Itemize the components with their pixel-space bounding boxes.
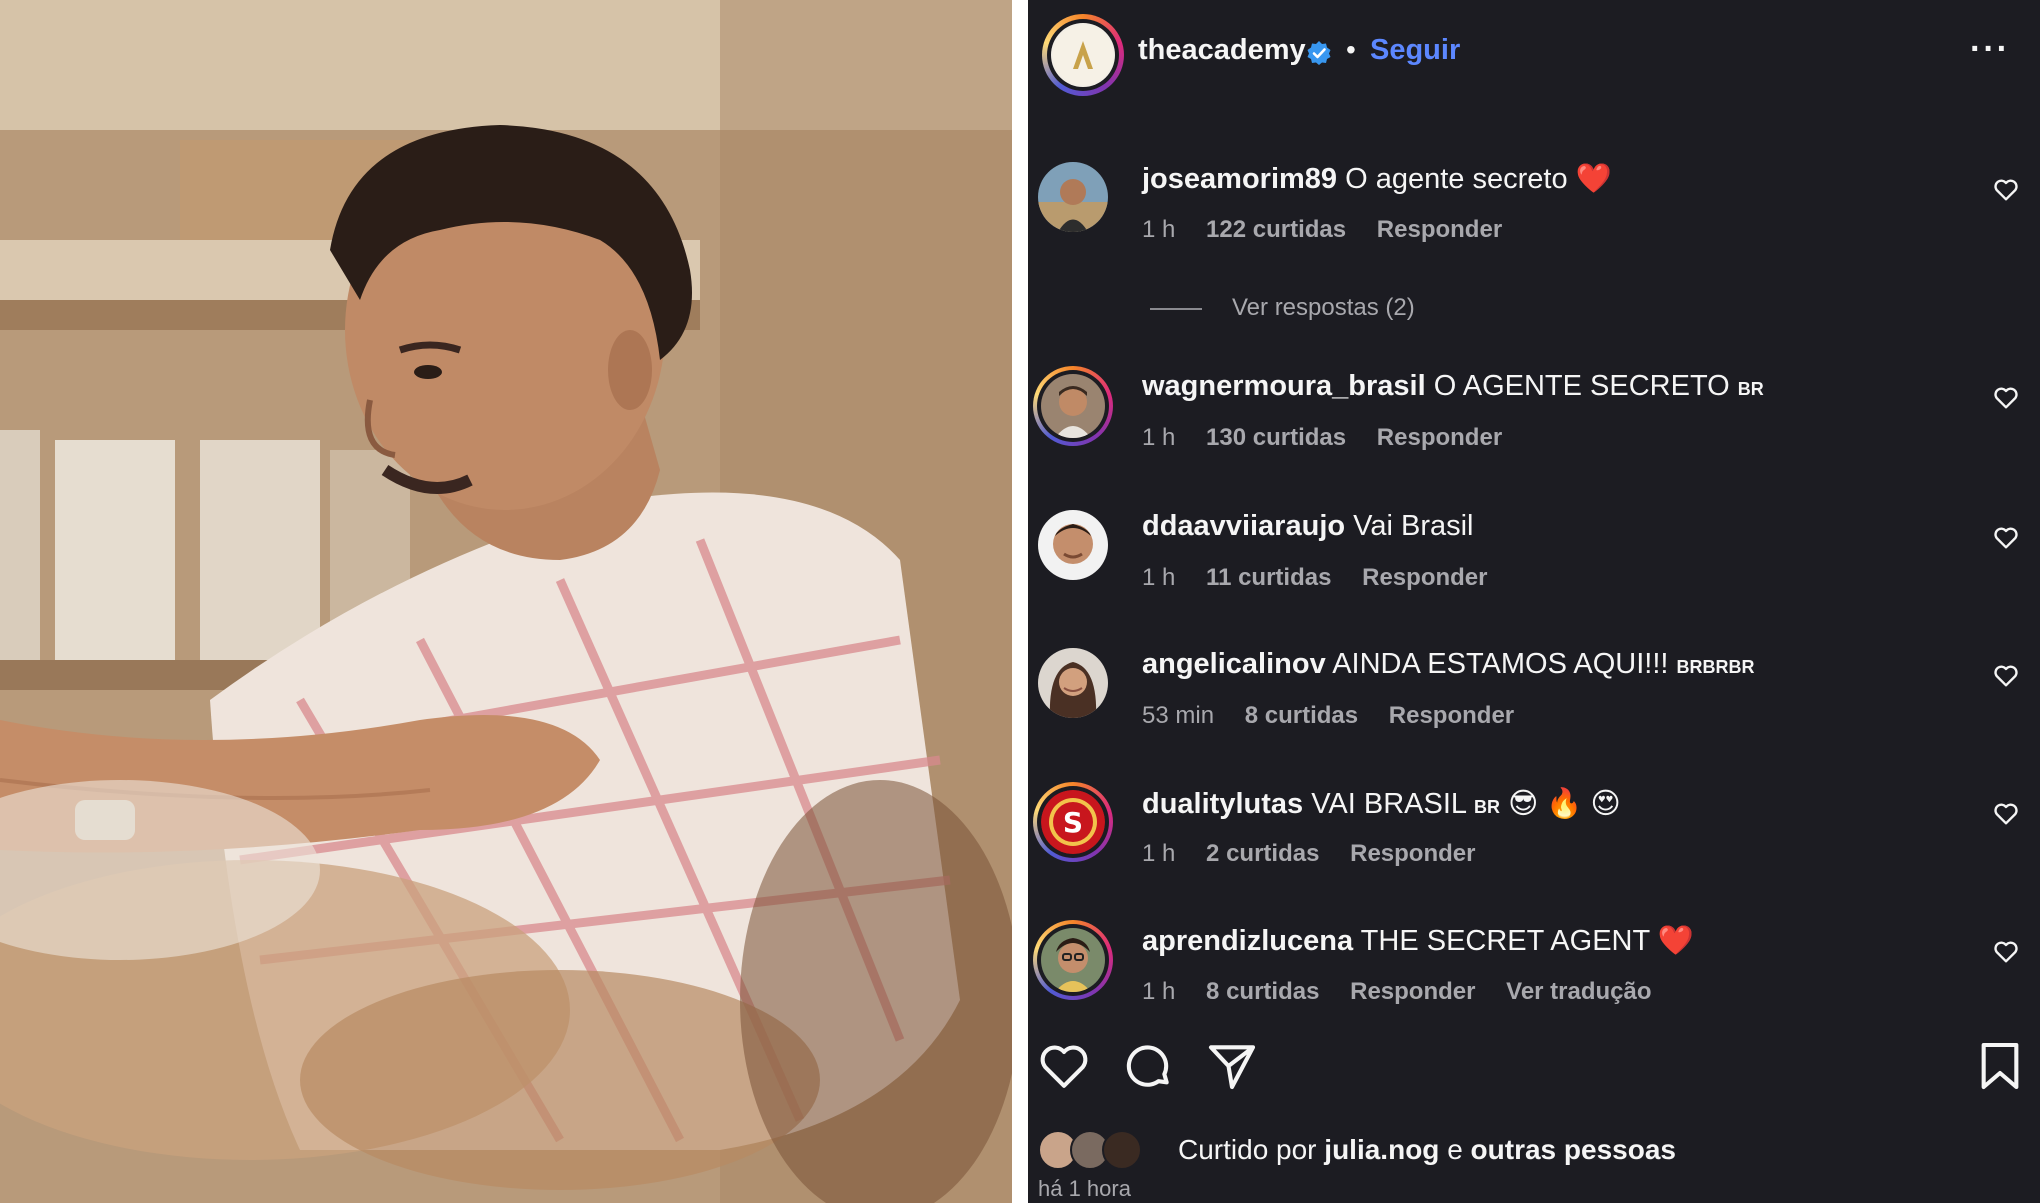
- comment-heart-icon[interactable]: [1992, 176, 2020, 204]
- comment-time: 1 h: [1142, 424, 1176, 451]
- liker-avatar: [1102, 1130, 1142, 1170]
- more-options-icon[interactable]: ···: [1970, 30, 2010, 69]
- post-photo: [0, 0, 1012, 1203]
- comment-body: THE SECRET AGENT: [1360, 925, 1650, 957]
- comment-text: wagnermoura_brasil O AGENTE SECRETO BR: [1142, 370, 1764, 403]
- profile-avatar[interactable]: [1042, 14, 1124, 96]
- comment-likes[interactable]: 8 curtidas: [1245, 702, 1358, 729]
- comment-username[interactable]: ddaavviiaraujo: [1142, 510, 1345, 542]
- comment-time: 1 h: [1142, 840, 1176, 867]
- commenter-avatar[interactable]: [1038, 162, 1108, 232]
- reply-button[interactable]: Responder: [1362, 564, 1487, 591]
- replies-line: [1150, 307, 1202, 310]
- share-icon[interactable]: [1204, 1038, 1260, 1094]
- comment-time: 53 min: [1142, 702, 1215, 729]
- commenter-avatar[interactable]: [1038, 648, 1108, 718]
- commenter-avatar[interactable]: S: [1033, 782, 1113, 862]
- view-replies-button[interactable]: Ver respostas (2): [1150, 294, 1415, 322]
- comment-body: VAI BRASIL: [1311, 788, 1466, 820]
- comment-body: O AGENTE SECRETO: [1433, 370, 1730, 402]
- comment-emoji: 😎 🔥 😍: [1508, 788, 1621, 820]
- header-separator: •: [1346, 34, 1356, 65]
- comment-time: 1 h: [1142, 564, 1176, 591]
- comment-icon[interactable]: [1120, 1038, 1176, 1094]
- comment-text: aprendizlucena THE SECRET AGENT ❤️: [1142, 924, 1694, 958]
- reply-button[interactable]: Responder: [1377, 216, 1502, 243]
- commenter-avatar[interactable]: [1033, 366, 1113, 446]
- comment-meta: 1 h 8 curtidas Responder Ver tradução: [1142, 978, 1676, 1006]
- comment-emoji: ❤️: [1657, 925, 1694, 957]
- liked-by-prefix: Curtido por: [1178, 1134, 1317, 1165]
- comments-panel: theacademy • Seguir ··· joseamorim89 O a…: [1028, 0, 2040, 1203]
- comment-heart-icon[interactable]: [1992, 938, 2020, 966]
- liked-by-text: Curtido por julia.nog e outras pessoas: [1178, 1134, 1676, 1166]
- comment-likes[interactable]: 130 curtidas: [1206, 424, 1346, 451]
- comment-flag: BR: [1474, 797, 1501, 817]
- post-username[interactable]: theacademy: [1138, 34, 1306, 67]
- comment-meta: 1 h 122 curtidas Responder: [1142, 216, 1526, 244]
- reply-button[interactable]: Responder: [1350, 978, 1475, 1005]
- comment-heart-icon[interactable]: [1992, 524, 2020, 552]
- comment-heart-icon[interactable]: [1992, 384, 2020, 412]
- comment-flag: BRBRBR: [1676, 657, 1755, 677]
- post-timestamp: há 1 hora: [1038, 1176, 1131, 1201]
- liked-by-connector: e: [1447, 1134, 1463, 1165]
- heart-icon[interactable]: [1036, 1038, 1092, 1094]
- comment-likes[interactable]: 2 curtidas: [1206, 840, 1319, 867]
- comment-body: Vai Brasil: [1353, 510, 1474, 542]
- comment-meta: 1 h 2 curtidas Responder: [1142, 840, 1499, 868]
- follow-button[interactable]: Seguir: [1370, 34, 1460, 67]
- comment-username[interactable]: aprendizlucena: [1142, 925, 1353, 957]
- comment-text: ddaavviiaraujo Vai Brasil: [1142, 510, 1474, 543]
- reply-button[interactable]: Responder: [1377, 424, 1502, 451]
- see-translation-button[interactable]: Ver tradução: [1506, 978, 1651, 1005]
- comment-likes[interactable]: 8 curtidas: [1206, 978, 1319, 1005]
- comment-text: dualitylutas VAI BRASIL BR 😎 🔥 😍: [1142, 786, 1621, 821]
- comment-body: O agente secreto: [1345, 163, 1568, 195]
- comment-heart-icon[interactable]: [1992, 662, 2020, 690]
- verified-badge-icon: [1307, 41, 1331, 65]
- comment-likes[interactable]: 122 curtidas: [1206, 216, 1346, 243]
- commenter-avatar[interactable]: [1033, 920, 1113, 1000]
- comment-username[interactable]: dualitylutas: [1142, 788, 1303, 820]
- post-action-bar: [1028, 1038, 2040, 1102]
- reply-button[interactable]: Responder: [1389, 702, 1514, 729]
- comment-time: 1 h: [1142, 216, 1176, 243]
- comment-username[interactable]: wagnermoura_brasil: [1142, 370, 1426, 402]
- view-replies-label: Ver respostas (2): [1232, 294, 1415, 321]
- bookmark-icon[interactable]: [1972, 1038, 2028, 1094]
- comment-time: 1 h: [1142, 978, 1176, 1005]
- comment-meta: 53 min 8 curtidas Responder: [1142, 702, 1538, 730]
- comment-emoji: ❤️: [1575, 163, 1612, 195]
- comment-flag: BR: [1737, 379, 1764, 399]
- liked-by-others[interactable]: outras pessoas: [1471, 1134, 1676, 1165]
- liked-by-user[interactable]: julia.nog: [1324, 1134, 1439, 1165]
- reply-button[interactable]: Responder: [1350, 840, 1475, 867]
- liked-by-row: Curtido por julia.nog e outras pessoas: [1038, 1124, 2038, 1170]
- svg-text:S: S: [1063, 806, 1083, 839]
- comment-meta: 1 h 130 curtidas Responder: [1142, 424, 1526, 452]
- comment-username[interactable]: angelicalinov: [1142, 648, 1326, 680]
- divider-gap: [1012, 0, 1028, 1203]
- academy-logo-icon: [1053, 25, 1113, 85]
- post-header: theacademy • Seguir ···: [1028, 0, 2040, 110]
- commenter-avatar[interactable]: [1038, 510, 1108, 580]
- comment-username[interactable]: joseamorim89: [1142, 163, 1337, 195]
- comment-likes[interactable]: 11 curtidas: [1206, 564, 1331, 591]
- comment-heart-icon[interactable]: [1992, 800, 2020, 828]
- comment-meta: 1 h 11 curtidas Responder: [1142, 564, 1511, 592]
- post-photo-illustration: [0, 0, 1012, 1203]
- comment-body: AINDA ESTAMOS AQUI!!!: [1332, 648, 1669, 680]
- comment-text: angelicalinov AINDA ESTAMOS AQUI!!! BRBR…: [1142, 648, 1755, 681]
- comment-text: joseamorim89 O agente secreto ❤️: [1142, 162, 1612, 196]
